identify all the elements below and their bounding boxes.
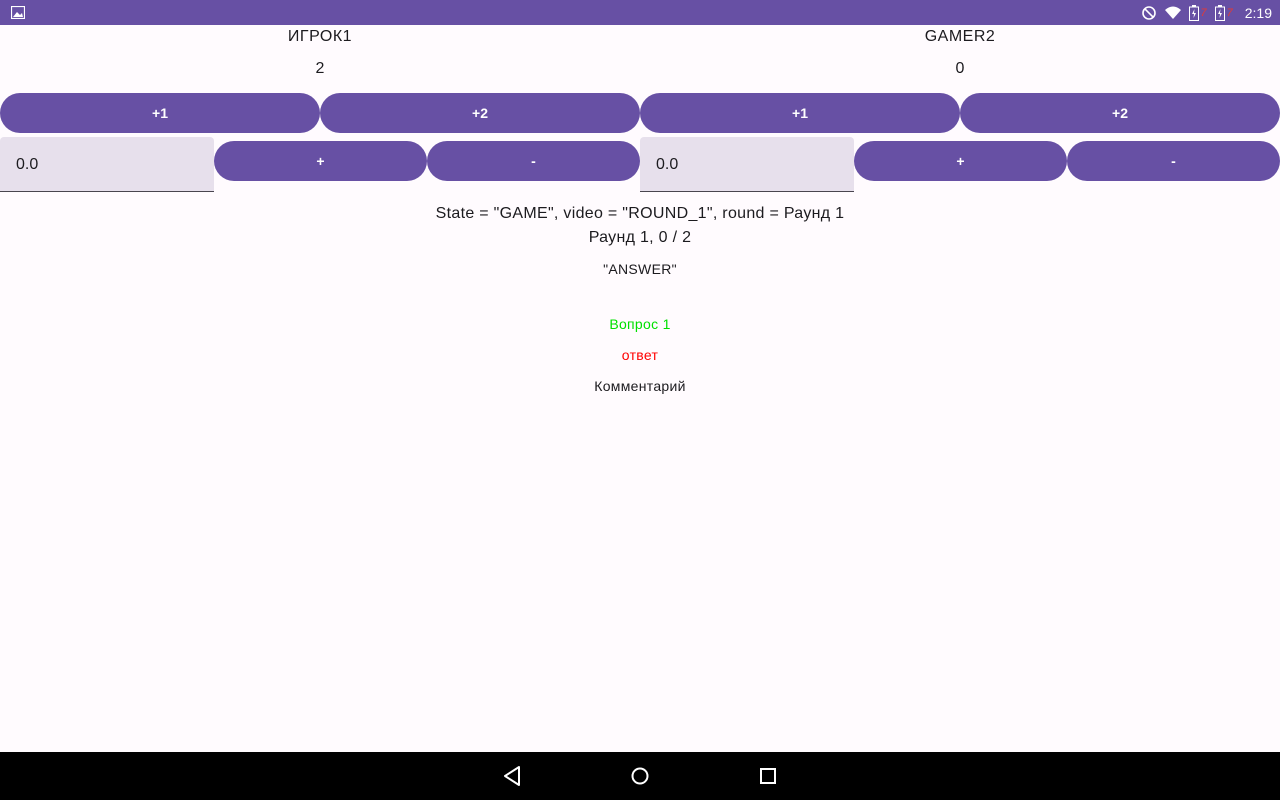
player-name: ИГРОК1 xyxy=(287,28,353,45)
add-two-button[interactable]: +2 xyxy=(960,93,1280,133)
points-input[interactable]: 0.0 xyxy=(0,137,214,192)
home-icon[interactable] xyxy=(628,764,652,788)
comment-text: Комментарий xyxy=(594,378,686,394)
question-text: Вопрос 1 xyxy=(609,316,671,332)
player-name: GAMER2 xyxy=(924,28,996,45)
add-one-button[interactable]: +1 xyxy=(640,93,960,133)
battery-icon xyxy=(1214,4,1225,21)
add-one-button[interactable]: +1 xyxy=(0,93,320,133)
points-input[interactable]: 0.0 xyxy=(640,137,854,192)
battery-indicator-1: 7 xyxy=(1188,4,1207,21)
round-progress-text: Раунд 1, 0 / 2 xyxy=(588,229,692,246)
battery-level: 7 xyxy=(1226,6,1233,19)
subtract-points-button[interactable]: - xyxy=(1067,141,1280,181)
do-not-disturb-icon xyxy=(1141,5,1156,20)
battery-indicator-2: 7 xyxy=(1214,4,1233,21)
subtract-points-button[interactable]: - xyxy=(427,141,640,181)
player-score: 0 xyxy=(955,60,965,77)
battery-level: 7 xyxy=(1200,6,1207,19)
add-points-button[interactable]: + xyxy=(854,141,1067,181)
status-bar: 7 7 2:19 xyxy=(0,0,1280,25)
answer-type-text: "ANSWER" xyxy=(603,261,677,277)
clock: 2:19 xyxy=(1244,4,1272,21)
points-input-value: 0.0 xyxy=(656,156,679,173)
back-icon[interactable] xyxy=(500,764,524,788)
battery-icon xyxy=(1188,4,1199,21)
image-notification-icon xyxy=(11,6,25,19)
answer-text: ответ xyxy=(621,347,659,363)
player-score: 2 xyxy=(315,60,325,77)
recents-icon[interactable] xyxy=(756,764,780,788)
points-input-value: 0.0 xyxy=(16,156,39,173)
add-points-button[interactable]: + xyxy=(214,141,427,181)
add-two-button[interactable]: +2 xyxy=(320,93,640,133)
wifi-icon xyxy=(1164,6,1181,19)
state-text: State = "GAME", video = "ROUND_1", round… xyxy=(435,205,845,222)
navigation-bar xyxy=(0,752,1280,800)
